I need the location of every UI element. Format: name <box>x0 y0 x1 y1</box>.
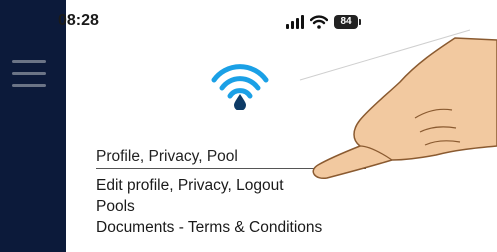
wifi-water-drop-logo <box>211 64 269 110</box>
menu-item-documents[interactable]: Documents - Terms & Conditions <box>96 217 476 238</box>
section-title: Profile, Privacy, Pool <box>96 148 366 169</box>
signal-icon <box>286 15 304 29</box>
sidebar <box>0 0 66 252</box>
wifi-icon <box>310 15 328 29</box>
hamburger-menu-icon[interactable] <box>12 60 46 96</box>
menu-item-edit-profile[interactable]: Edit profile, Privacy, Logout <box>96 175 476 196</box>
status-icons: 84 <box>286 12 361 32</box>
menu-section: Profile, Privacy, Pool Edit profile, Pri… <box>96 148 476 238</box>
menu-item-pools[interactable]: Pools <box>96 196 476 217</box>
battery-icon: 84 <box>334 15 361 29</box>
status-time: 08:28 <box>58 12 99 29</box>
